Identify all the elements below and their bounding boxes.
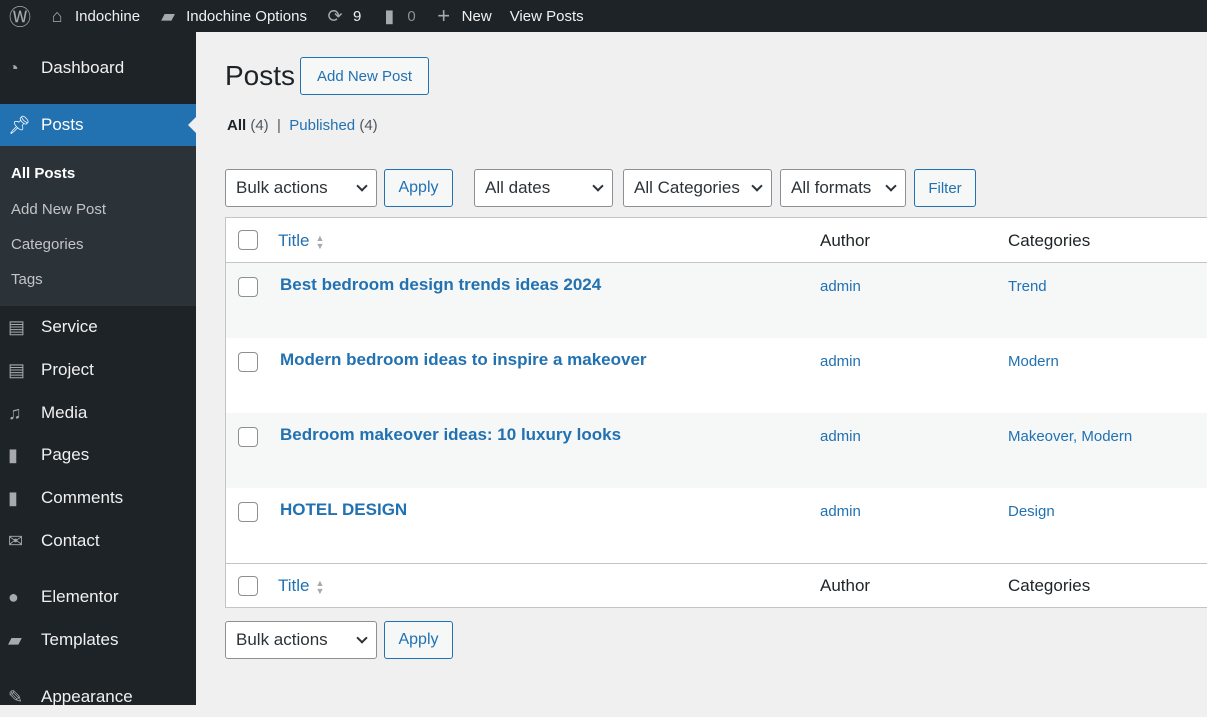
wp-logo-button[interactable]: Ⓦ xyxy=(0,0,38,32)
apply-button-bottom[interactable]: Apply xyxy=(384,621,453,659)
envelope-icon: ✉ xyxy=(8,530,24,551)
post-categories-link[interactable]: Trend xyxy=(1008,278,1047,295)
categories-column-header: Categories xyxy=(1008,231,1091,250)
pin-icon: 📌︎ xyxy=(8,114,31,135)
post-categories-link[interactable]: Makeover, Modern xyxy=(1008,428,1132,445)
folder-icon: ▰ xyxy=(8,629,22,650)
chevron-down-icon xyxy=(592,180,604,192)
pages-icon: ▮ xyxy=(8,444,18,465)
sort-icon: ▲ ▼ xyxy=(315,232,325,251)
admin-bar: Ⓦ ⌂ Indochine ▰ Indochine Options ⟳ 9 ▮ 0 + N… xyxy=(0,0,1207,32)
categories-select[interactable]: All Categories xyxy=(623,169,772,207)
post-categories-link[interactable]: Modern xyxy=(1008,353,1059,370)
post-title-link[interactable]: Best bedroom design trends ideas 2024 xyxy=(280,275,601,295)
post-categories-link[interactable]: Design xyxy=(1008,503,1055,520)
title-column-footer[interactable]: Title ▲ ▼ xyxy=(278,576,324,596)
table-row: Modern bedroom ideas to inspire a makeov… xyxy=(226,338,1207,413)
dates-select[interactable]: All dates xyxy=(474,169,613,207)
new-content-link[interactable]: + New xyxy=(425,0,501,32)
refresh-icon: ⟳ xyxy=(327,5,343,26)
options-link[interactable]: ▰ Indochine Options xyxy=(149,0,316,32)
post-author-link[interactable]: admin xyxy=(820,278,861,295)
admin-menu: All Posts Add New Post Categories Tags ◔… xyxy=(0,32,196,707)
menu-pages[interactable]: ▮ Pages xyxy=(0,435,196,475)
filter-button[interactable]: Filter xyxy=(914,169,976,207)
submenu-categories[interactable]: Categories xyxy=(11,236,84,253)
submenu-all-posts[interactable]: All Posts xyxy=(11,165,75,182)
bulk-actions-select[interactable]: Bulk actions xyxy=(225,169,377,207)
view-posts-link[interactable]: View Posts xyxy=(501,0,593,32)
chevron-down-icon xyxy=(356,632,368,644)
row-checkbox[interactable] xyxy=(238,352,258,372)
table-row: HOTEL DESIGN admin Design xyxy=(226,488,1207,563)
id-card-icon: ▤ xyxy=(8,316,26,337)
table-footer: Title ▲ ▼ Author Categories xyxy=(226,563,1207,608)
select-all-checkbox[interactable] xyxy=(238,576,258,596)
comment-icon: ▮ xyxy=(384,5,395,26)
updates-link[interactable]: ⟳ 9 xyxy=(316,0,370,32)
folder-icon: ▰ xyxy=(161,5,175,26)
select-all-checkbox[interactable] xyxy=(238,230,258,250)
chevron-down-icon xyxy=(885,180,897,192)
categories-column-footer: Categories xyxy=(1008,576,1091,595)
post-author-link[interactable]: admin xyxy=(820,428,861,445)
row-checkbox[interactable] xyxy=(238,502,258,522)
apply-button[interactable]: Apply xyxy=(384,169,453,207)
menu-appearance[interactable]: ✎ Appearance xyxy=(0,677,196,717)
home-icon: ⌂ xyxy=(51,5,63,26)
wordpress-icon: Ⓦ xyxy=(9,5,32,30)
chevron-down-icon xyxy=(356,180,368,192)
filter-published[interactable]: Published xyxy=(289,117,355,134)
post-title-link[interactable]: Modern bedroom ideas to inspire a makeov… xyxy=(280,350,647,370)
dashboard-icon: ◔ xyxy=(8,57,19,78)
plus-icon: + xyxy=(437,3,451,28)
menu-service[interactable]: ▤ Service xyxy=(0,307,196,347)
menu-posts[interactable]: 📌︎ Posts xyxy=(0,104,196,146)
elementor-icon: ● xyxy=(8,586,19,607)
menu-dashboard[interactable]: ◔ Dashboard xyxy=(0,48,196,88)
site-name-link[interactable]: ⌂ Indochine xyxy=(38,0,149,32)
posts-submenu: All Posts Add New Post Categories Tags xyxy=(0,146,196,306)
bulk-actions-select-bottom[interactable]: Bulk actions xyxy=(225,621,377,659)
author-column-header: Author xyxy=(820,231,871,250)
row-checkbox[interactable] xyxy=(238,427,258,447)
id-card-icon: ▤ xyxy=(8,359,26,380)
brush-icon: ✎ xyxy=(8,686,24,707)
submenu-add-new-post[interactable]: Add New Post xyxy=(11,201,106,218)
table-header: Title ▲ ▼ Author Categories xyxy=(226,218,1207,263)
menu-contact[interactable]: ✉ Contact xyxy=(0,521,196,561)
sort-icon: ▲ ▼ xyxy=(315,577,325,596)
formats-select[interactable]: All formats xyxy=(780,169,906,207)
filter-all[interactable]: All xyxy=(227,117,246,134)
status-filters: All (4) | Published (4) xyxy=(227,117,378,134)
row-checkbox[interactable] xyxy=(238,277,258,297)
add-new-post-button[interactable]: Add New Post xyxy=(300,57,429,95)
media-icon: ♫ xyxy=(8,402,22,423)
post-author-link[interactable]: admin xyxy=(820,353,861,370)
submenu-tags[interactable]: Tags xyxy=(11,271,43,288)
table-row: Best bedroom design trends ideas 2024 ad… xyxy=(226,263,1207,338)
menu-templates[interactable]: ▰ Templates xyxy=(0,620,196,660)
page-title: Posts xyxy=(225,60,296,91)
post-author-link[interactable]: admin xyxy=(820,503,861,520)
post-title-link[interactable]: Bedroom makeover ideas: 10 luxury looks xyxy=(280,425,621,445)
table-row: Bedroom makeover ideas: 10 luxury looks … xyxy=(226,413,1207,488)
title-column-header[interactable]: Title ▲ ▼ xyxy=(278,231,324,251)
post-title-link[interactable]: HOTEL DESIGN xyxy=(280,500,407,520)
comment-icon: ▮ xyxy=(8,487,18,508)
comments-link[interactable]: ▮ 0 xyxy=(370,0,424,32)
menu-project[interactable]: ▤ Project xyxy=(0,350,196,390)
menu-elementor[interactable]: ● Elementor xyxy=(0,577,196,617)
main-content: Posts Add New Post All (4) | Published (… xyxy=(225,32,1207,705)
chevron-down-icon xyxy=(751,180,763,192)
author-column-footer: Author xyxy=(820,576,871,595)
menu-media[interactable]: ♫ Media xyxy=(0,393,196,433)
posts-table: Title ▲ ▼ Author Categories Best bedroom d… xyxy=(225,217,1207,608)
menu-comments[interactable]: ▮ Comments xyxy=(0,478,196,518)
